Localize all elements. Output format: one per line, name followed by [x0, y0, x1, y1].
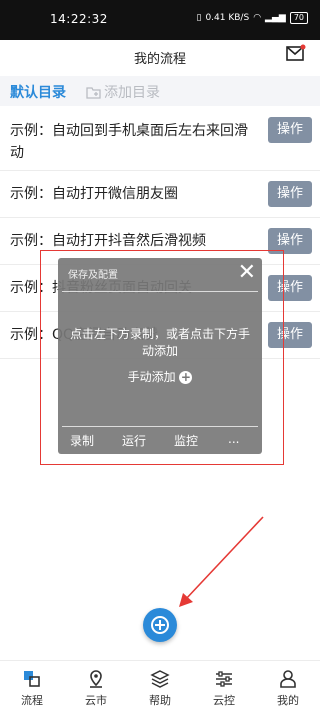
nav-label: 云市 [85, 694, 107, 707]
status-bar: 14:22:32 ▯ 0.41 KB/S ◠ ▂▄▆ 70 [0, 0, 320, 40]
nav-label: 帮助 [149, 694, 171, 707]
flow-title: 示例：自动打开微信朋友圈 [10, 186, 178, 202]
flow-title: 示例：自动回到手机桌面后左右来回滑 动 [10, 123, 248, 161]
nav-item-cloud-market[interactable]: 云市 [64, 661, 128, 712]
bottom-nav: 流程 云市 帮助 云控 我的 [0, 660, 320, 712]
action-button[interactable]: 操作 [268, 117, 312, 143]
folder-add-icon [86, 87, 101, 99]
flow-icon [24, 671, 40, 687]
plus-icon [151, 616, 169, 634]
nav-label: 云控 [213, 694, 235, 707]
page-title: 我的流程 [133, 52, 186, 67]
battery-icon: 70 [289, 12, 308, 24]
flow-title: 示例：自动打开抖音然后滑视频 [10, 233, 206, 249]
add-flow-button[interactable] [143, 608, 177, 642]
nav-label: 我的 [277, 694, 299, 707]
list-item[interactable]: 示例：自动回到手机桌面后左右来回滑 动 操作 [0, 112, 320, 171]
app-header: 我的流程 [0, 40, 320, 74]
location-icon [90, 670, 102, 688]
signal-icon: ▂▄▆ [265, 13, 286, 23]
nav-label: 流程 [21, 694, 43, 707]
list-item[interactable]: 示例：自动打开微信朋友圈 操作 [0, 171, 320, 218]
status-time: 14:22:32 [50, 12, 108, 26]
add-directory-button[interactable]: 添加目录 [86, 82, 160, 102]
sliders-icon [216, 671, 232, 687]
action-button[interactable]: 操作 [268, 181, 312, 207]
nav-item-mine[interactable]: 我的 [256, 661, 320, 712]
highlight-box [40, 250, 284, 465]
nav-item-help[interactable]: 帮助 [128, 661, 192, 712]
nav-item-cloud-control[interactable]: 云控 [192, 661, 256, 712]
nav-item-flow[interactable]: 流程 [0, 661, 64, 712]
wifi-icon: ◠ [253, 13, 262, 23]
user-icon [280, 670, 296, 688]
status-icons: ▯ 0.41 KB/S ◠ ▂▄▆ 70 [196, 12, 308, 24]
tab-default-directory[interactable]: 默认目录 [10, 82, 66, 102]
mail-icon[interactable] [286, 44, 306, 62]
directory-tabs: 默认目录 添加目录 [0, 76, 320, 106]
vibrate-icon: ▯ [196, 13, 202, 23]
arrow-annotation [179, 516, 264, 607]
network-speed: 0.41 KB/S [205, 13, 250, 23]
add-directory-label: 添加目录 [104, 85, 160, 101]
layers-icon [150, 670, 170, 688]
